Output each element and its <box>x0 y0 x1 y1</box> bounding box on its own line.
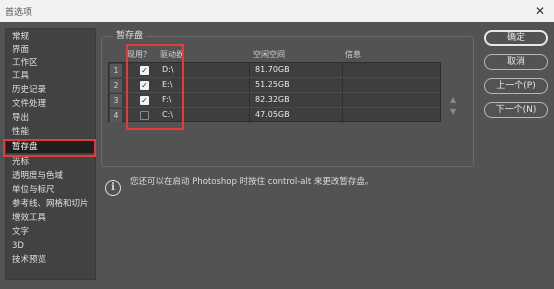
sidebar-item-general[interactable]: 常规 <box>6 31 95 43</box>
free-space-value: 51.25GB <box>255 80 290 89</box>
row-number: 1 <box>110 64 122 77</box>
sidebar-item-tools[interactable]: 工具 <box>6 70 95 82</box>
sidebar-item-type[interactable]: 文字 <box>6 226 95 238</box>
info-text: 您还可以在启动 Photoshop 时按住 control-alt 来更改暂存盘… <box>130 177 374 187</box>
sidebar-item-3d[interactable]: 3D <box>6 240 95 252</box>
sidebar-item-workspace[interactable]: 工作区 <box>6 57 95 69</box>
scratch-disks-title: 暂存盘 <box>113 28 147 41</box>
free-space-value: 82.32GB <box>255 95 290 104</box>
previous-button[interactable]: 上一个(P) <box>484 78 548 94</box>
sidebar-item-plugins[interactable]: 增效工具 <box>6 212 95 224</box>
free-space-value: 81.70GB <box>255 65 290 74</box>
sidebar-item-tech-preview[interactable]: 技术预览 <box>6 254 95 266</box>
sidebar-item-guides-grid[interactable]: 参考线、网格和切片 <box>6 198 95 210</box>
title-bar: 首选项 ✕ <box>0 0 554 22</box>
active-drive-highlight-box <box>126 44 184 130</box>
sidebar-item-file-handling[interactable]: 文件处理 <box>6 98 95 110</box>
sidebar-highlight-box <box>3 139 96 157</box>
next-button[interactable]: 下一个(N) <box>484 102 548 118</box>
move-down-icon[interactable]: ▼ <box>450 107 456 116</box>
column-header-info: 信息 <box>345 50 361 59</box>
cancel-button[interactable]: 取消 <box>484 54 548 70</box>
info-icon: i <box>105 180 121 196</box>
row-number: 4 <box>110 109 122 122</box>
sidebar-item-export[interactable]: 导出 <box>6 112 95 124</box>
move-up-icon[interactable]: ▲ <box>450 95 456 104</box>
ok-button[interactable]: 确定 <box>484 30 548 46</box>
row-number: 3 <box>110 94 122 107</box>
sidebar-item-history[interactable]: 历史记录 <box>6 84 95 96</box>
close-icon[interactable]: ✕ <box>526 0 554 22</box>
sidebar-item-transparency[interactable]: 透明度与色域 <box>6 170 95 182</box>
row-number: 2 <box>110 79 122 92</box>
sidebar-item-cursors[interactable]: 光标 <box>6 156 95 168</box>
sidebar-item-units-rulers[interactable]: 单位与标尺 <box>6 184 95 196</box>
free-space-value: 47.05GB <box>255 110 290 119</box>
sidebar-item-performance[interactable]: 性能 <box>6 126 95 138</box>
sidebar-item-interface[interactable]: 界面 <box>6 44 95 56</box>
column-header-free-space: 空闲空间 <box>253 50 285 59</box>
window-title: 首选项 <box>5 8 33 18</box>
